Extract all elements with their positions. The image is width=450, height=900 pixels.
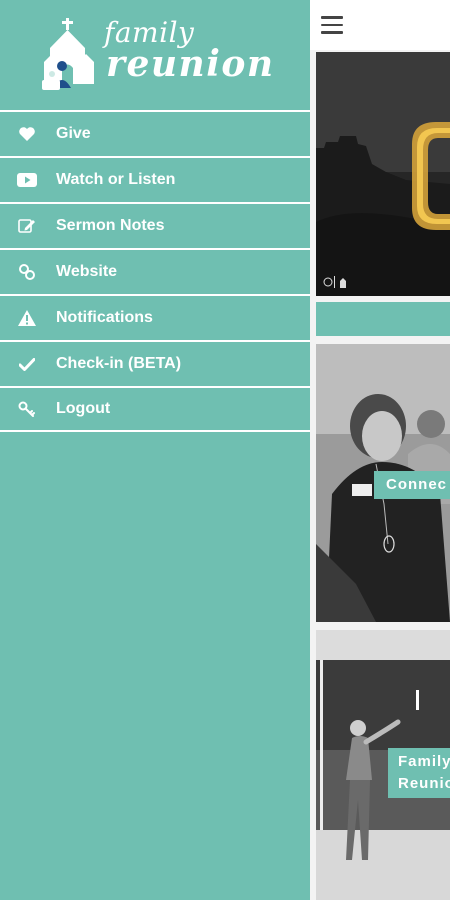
hero-banner-image[interactable] (316, 52, 450, 296)
menu-item-website[interactable]: Website (0, 248, 310, 294)
menu-item-check-in[interactable]: Check-in (BETA) (0, 340, 310, 386)
edit-note-icon (17, 217, 37, 235)
card-label-line: Connec (386, 476, 448, 493)
warning-icon (17, 309, 37, 327)
menu-item-label: Sermon Notes (56, 217, 165, 234)
church-family-icon (42, 18, 94, 90)
menu-item-give[interactable]: Give (0, 110, 310, 156)
play-video-icon (17, 171, 37, 189)
menu-item-logout[interactable]: Logout (0, 386, 310, 432)
family-reunion-card[interactable]: Family Reunio (316, 630, 450, 900)
heart-icon (17, 125, 37, 143)
drawer-menu: Give Watch or Listen Sermon Notes Websit… (0, 110, 310, 432)
link-icon (17, 263, 37, 281)
brand-header: family reunion (0, 0, 310, 110)
navigation-drawer: family reunion Give Watch or Listen Serm… (0, 0, 310, 900)
hamburger-icon[interactable] (321, 16, 343, 34)
card-label-line: Family (398, 753, 450, 770)
connect-card[interactable]: Connec (316, 344, 450, 622)
card-label-line: Reunio (398, 775, 450, 792)
section-bar[interactable] (316, 302, 450, 336)
menu-item-notifications[interactable]: Notifications (0, 294, 310, 340)
menu-item-label: Logout (56, 400, 111, 417)
card-label-family-reunion: Family Reunio (388, 748, 450, 798)
desert-mesa-image (316, 52, 450, 296)
menu-item-label: Check-in (BETA) (56, 355, 182, 372)
menu-item-label: Give (56, 125, 91, 142)
menu-item-sermon-notes[interactable]: Sermon Notes (0, 202, 310, 248)
key-icon (17, 400, 37, 418)
brand-title-line2: reunion (106, 43, 275, 85)
menu-item-watch-or-listen[interactable]: Watch or Listen (0, 156, 310, 202)
menu-item-label: Watch or Listen (56, 171, 176, 188)
card-label-connect: Connec (374, 471, 450, 499)
menu-item-label: Website (56, 263, 118, 280)
main-content: Connec Family Reunio (310, 0, 450, 900)
top-app-bar (310, 0, 450, 50)
checkmark-icon (17, 355, 37, 373)
menu-item-label: Notifications (56, 309, 153, 326)
